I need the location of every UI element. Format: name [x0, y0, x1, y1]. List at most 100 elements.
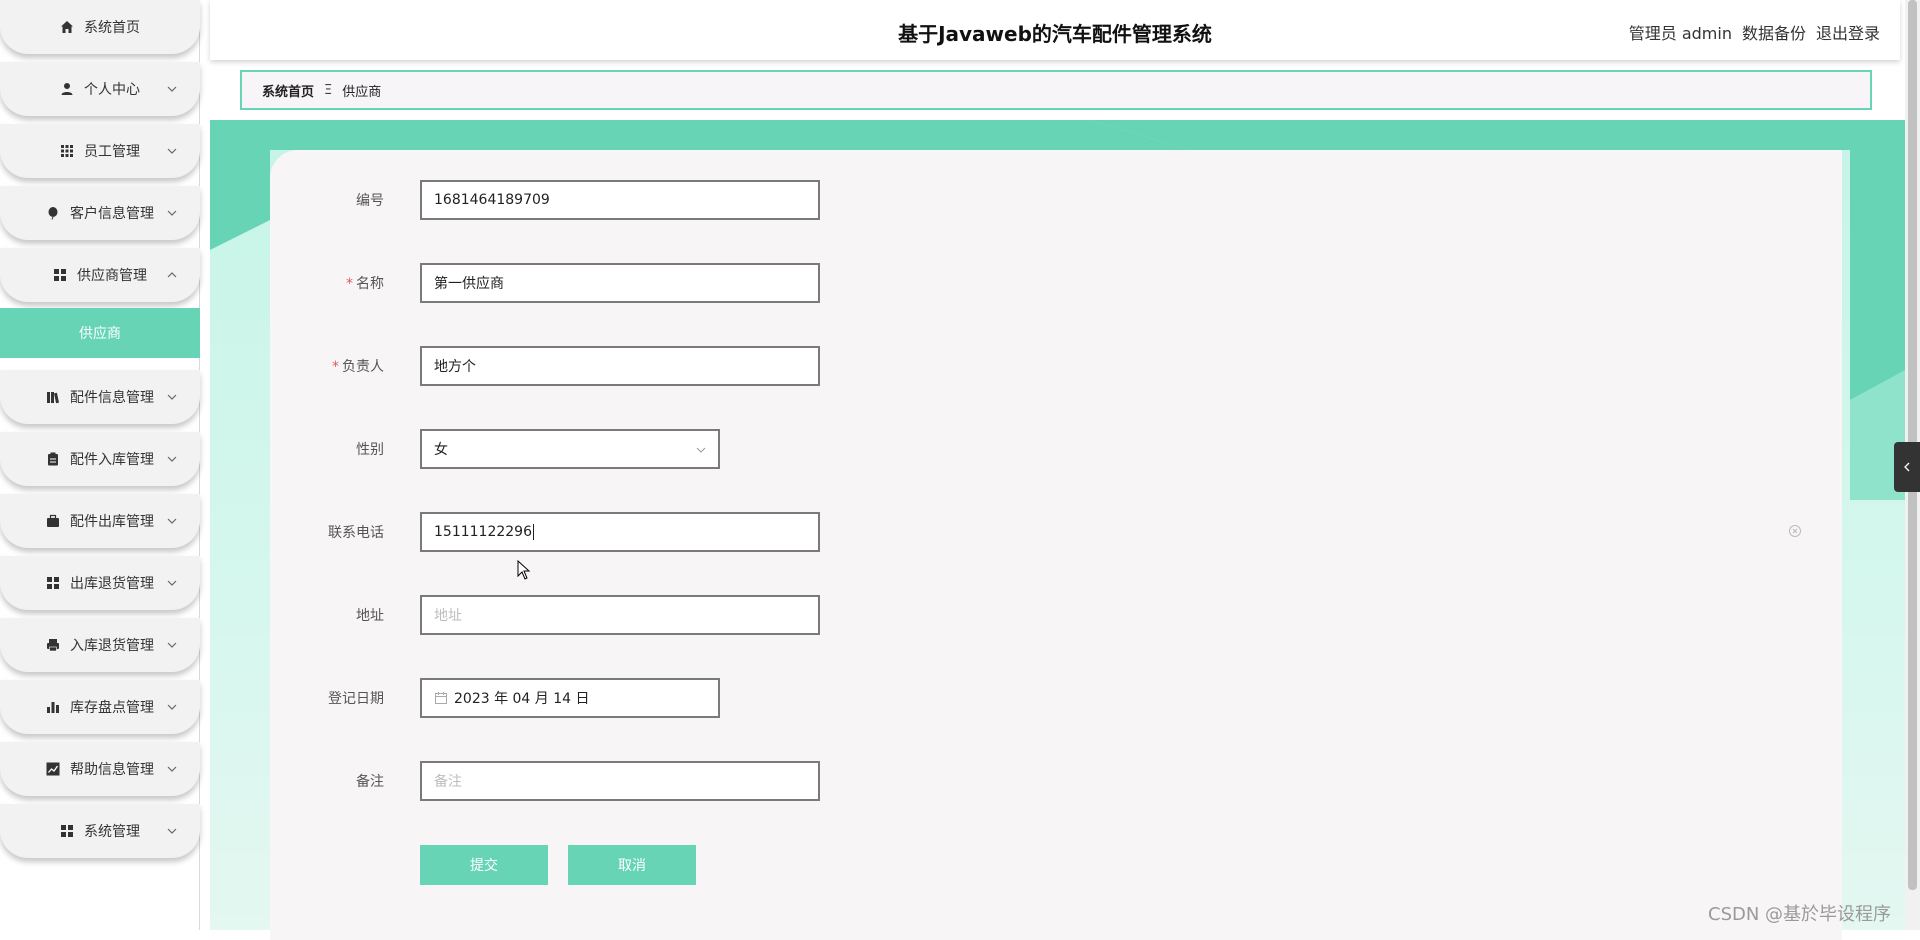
code-input[interactable]: 1681464189709: [420, 180, 820, 220]
date-label: 登记日期: [328, 691, 384, 707]
user-icon: [60, 82, 74, 96]
manager-label-text: 负责人: [342, 359, 384, 375]
phone-input[interactable]: 15111122296: [420, 512, 820, 552]
name-value: 第一供应商: [434, 276, 504, 292]
menu-item-label: 配件入库管理: [70, 452, 154, 468]
menu-item-label: 出库退货管理: [70, 576, 154, 592]
remark-label: 备注: [356, 774, 384, 790]
chevron-down-icon: [167, 642, 177, 648]
manager-label: * 负责人: [300, 356, 384, 376]
chevron-down-icon: [167, 86, 177, 92]
home-icon: [60, 20, 74, 34]
breadcrumb-current: 供应商: [342, 84, 382, 100]
menu-item-label: 配件信息管理: [70, 390, 154, 406]
menu-item-help-info[interactable]: 帮助信息管理: [0, 742, 200, 796]
menu-item-system[interactable]: 系统管理: [0, 804, 200, 858]
manager-input[interactable]: 地方个: [420, 346, 820, 386]
remark-input[interactable]: 备注: [420, 761, 820, 801]
menu-item-label: 供应商管理: [77, 268, 147, 284]
menu-item-label: 员工管理: [84, 144, 140, 160]
balloon-icon: [46, 206, 60, 220]
clear-icon[interactable]: [1788, 524, 1802, 538]
sidebar: 系统首页 个人中心 员工管理 客户信息管理 供应商管理 供应商 配件信息管理 配…: [0, 0, 200, 930]
menu-item-parts-info[interactable]: 配件信息管理: [0, 370, 200, 424]
address-input[interactable]: 地址: [420, 595, 820, 635]
menu-item-label: 客户信息管理: [70, 206, 154, 222]
grid-icon: [60, 144, 74, 158]
name-input[interactable]: 第一供应商: [420, 263, 820, 303]
chevron-left-icon: [1904, 462, 1910, 472]
required-mark: *: [332, 359, 339, 375]
date-picker[interactable]: 2023 年 04 月 14 日: [420, 678, 720, 718]
chevron-down-icon: [167, 394, 177, 400]
breadcrumb-home[interactable]: 系统首页: [262, 81, 314, 100]
chevron-down-icon: [696, 447, 706, 453]
top-header: 基于Javaweb的汽车配件管理系统 管理员 admin 数据备份 退出登录: [210, 0, 1900, 60]
gender-value: 女: [434, 442, 448, 458]
menu-item-label: 系统管理: [84, 824, 140, 840]
apps-icon: [46, 576, 60, 590]
menu-item-label: 个人中心: [84, 82, 140, 98]
bar-chart-icon: [46, 700, 60, 714]
chevron-down-icon: [167, 766, 177, 772]
chevron-up-icon: [167, 272, 177, 278]
breadcrumb-separator: Ξ: [324, 82, 333, 98]
menu-item-label: 帮助信息管理: [70, 762, 154, 778]
menu-item-supplier[interactable]: 供应商管理: [0, 248, 200, 302]
calendar-icon: [435, 692, 447, 704]
gender-label: 性别: [356, 442, 384, 458]
printer-icon: [46, 638, 60, 652]
menu-item-inventory-check[interactable]: 库存盘点管理: [0, 680, 200, 734]
menu-item-label: 库存盘点管理: [70, 700, 154, 716]
menu-item-label: 入库退货管理: [70, 638, 154, 654]
chevron-down-icon: [167, 148, 177, 154]
menu-item-home[interactable]: 系统首页: [0, 0, 200, 54]
side-panel-toggle[interactable]: [1894, 442, 1920, 492]
menu-item-label: 系统首页: [84, 20, 140, 36]
gender-select[interactable]: 女: [420, 429, 720, 469]
menu-item-outbound-return[interactable]: 出库退货管理: [0, 556, 200, 610]
apps-icon: [60, 824, 74, 838]
required-mark: *: [346, 276, 353, 292]
submit-button[interactable]: 提交: [420, 845, 548, 885]
menu-item-parts-outbound[interactable]: 配件出库管理: [0, 494, 200, 548]
watermark: CSDN @基於毕设程序: [1708, 904, 1892, 925]
chevron-down-icon: [167, 828, 177, 834]
chevron-down-icon: [167, 704, 177, 710]
text-caret: [532, 524, 534, 540]
cancel-button[interactable]: 取消: [568, 845, 696, 885]
breadcrumb: 系统首页 Ξ 供应商: [240, 70, 1872, 110]
chevron-down-icon: [167, 518, 177, 524]
current-user: 管理员 admin: [1628, 24, 1732, 43]
briefcase-icon: [46, 514, 60, 528]
apps-icon: [53, 268, 67, 282]
code-label: 编号: [356, 193, 384, 209]
mouse-cursor-icon: [517, 560, 531, 580]
name-label: * 名称: [300, 273, 384, 293]
remark-placeholder: 备注: [434, 774, 462, 790]
date-value: 2023 年 04 月 14 日: [454, 691, 590, 707]
menu-item-label: 配件出库管理: [70, 514, 154, 530]
chevron-down-icon: [167, 580, 177, 586]
header-actions: 管理员 admin 数据备份 退出登录: [1629, 20, 1880, 44]
clipboard-icon: [46, 452, 60, 466]
phone-value: 15111122296: [434, 524, 532, 540]
name-label-text: 名称: [356, 276, 384, 292]
chevron-down-icon: [167, 210, 177, 216]
menu-item-parts-inbound[interactable]: 配件入库管理: [0, 432, 200, 486]
address-label: 地址: [356, 608, 384, 624]
menu-item-personal-center[interactable]: 个人中心: [0, 62, 200, 116]
menu-item-staff[interactable]: 员工管理: [0, 124, 200, 178]
chevron-down-icon: [167, 456, 177, 462]
phone-label: 联系电话: [328, 525, 384, 541]
books-icon: [46, 390, 60, 404]
menu-item-inbound-return[interactable]: 入库退货管理: [0, 618, 200, 672]
code-value: 1681464189709: [434, 192, 550, 208]
submenu-item-supplier[interactable]: 供应商: [0, 308, 200, 358]
line-chart-icon: [46, 762, 60, 776]
data-backup-link[interactable]: 数据备份: [1742, 20, 1806, 44]
manager-value: 地方个: [434, 359, 476, 375]
address-placeholder: 地址: [434, 608, 462, 624]
menu-item-customer[interactable]: 客户信息管理: [0, 186, 200, 240]
logout-link[interactable]: 退出登录: [1816, 20, 1880, 44]
